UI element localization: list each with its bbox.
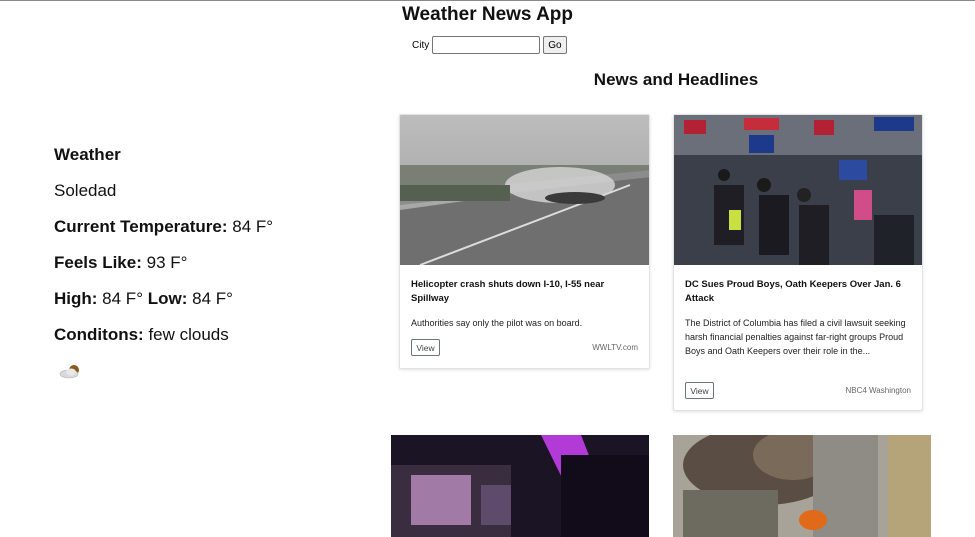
go-button[interactable]: Go xyxy=(543,36,567,54)
city-label: City xyxy=(412,39,430,51)
window-top-border xyxy=(0,0,975,1)
low-label: Low: xyxy=(147,289,188,308)
conditions-row: Conditons: few clouds xyxy=(54,325,374,361)
crowd-protest-image xyxy=(674,115,922,265)
high-label: High: xyxy=(54,289,98,308)
conditions-value: few clouds xyxy=(148,325,229,344)
city-input[interactable] xyxy=(432,36,541,54)
feels-like-label: Feels Like: xyxy=(54,253,142,272)
city-search-form: City Go xyxy=(412,36,567,54)
weather-city: Soledad xyxy=(54,181,117,200)
current-temperature-value: 84 F° xyxy=(232,217,274,236)
news-source: WWLTV.com xyxy=(592,343,638,352)
feels-like-row: Feels Like: 93 F° xyxy=(54,253,374,289)
night-street-lights-image xyxy=(391,435,649,537)
high-low-row: High: 84 F° Low: 84 F° xyxy=(54,289,374,325)
feels-like-value: 93 F° xyxy=(146,253,188,272)
news-description: Authorities say only the pilot was on bo… xyxy=(411,318,583,328)
news-headline: DC Sues Proud Boys, Oath Keepers Over Ja… xyxy=(685,279,901,304)
current-temperature-label: Current Temperature: xyxy=(54,217,228,236)
weather-heading: Weather xyxy=(54,145,121,164)
helicopter-crash-highway-image xyxy=(400,115,649,265)
news-heading: News and Headlines xyxy=(593,70,759,89)
building-fire-smoke-image xyxy=(673,435,931,537)
low-value: 84 F° xyxy=(192,289,233,308)
view-button[interactable]: View xyxy=(685,382,714,399)
app-title: Weather News App xyxy=(401,4,574,25)
news-card: DC Sues Proud Boys, Oath Keepers Over Ja… xyxy=(673,114,923,411)
weather-panel: Weather Soledad Current Temperature: 84 … xyxy=(54,145,374,381)
high-value: 84 F° xyxy=(102,289,143,308)
current-temperature-row: Current Temperature: 84 F° xyxy=(54,217,374,253)
news-description: The District of Columbia has filed a civ… xyxy=(685,318,906,356)
conditions-label: Conditons: xyxy=(54,325,144,344)
weather-heading-row: Weather xyxy=(54,145,374,181)
view-button[interactable]: View xyxy=(411,339,440,356)
news-headline: Helicopter crash shuts down I-10, I-55 n… xyxy=(411,279,605,304)
news-card: Helicopter crash shuts down I-10, I-55 n… xyxy=(399,114,650,369)
news-source: NBC4 Washington xyxy=(845,386,911,395)
few-clouds-day-icon xyxy=(57,361,87,381)
